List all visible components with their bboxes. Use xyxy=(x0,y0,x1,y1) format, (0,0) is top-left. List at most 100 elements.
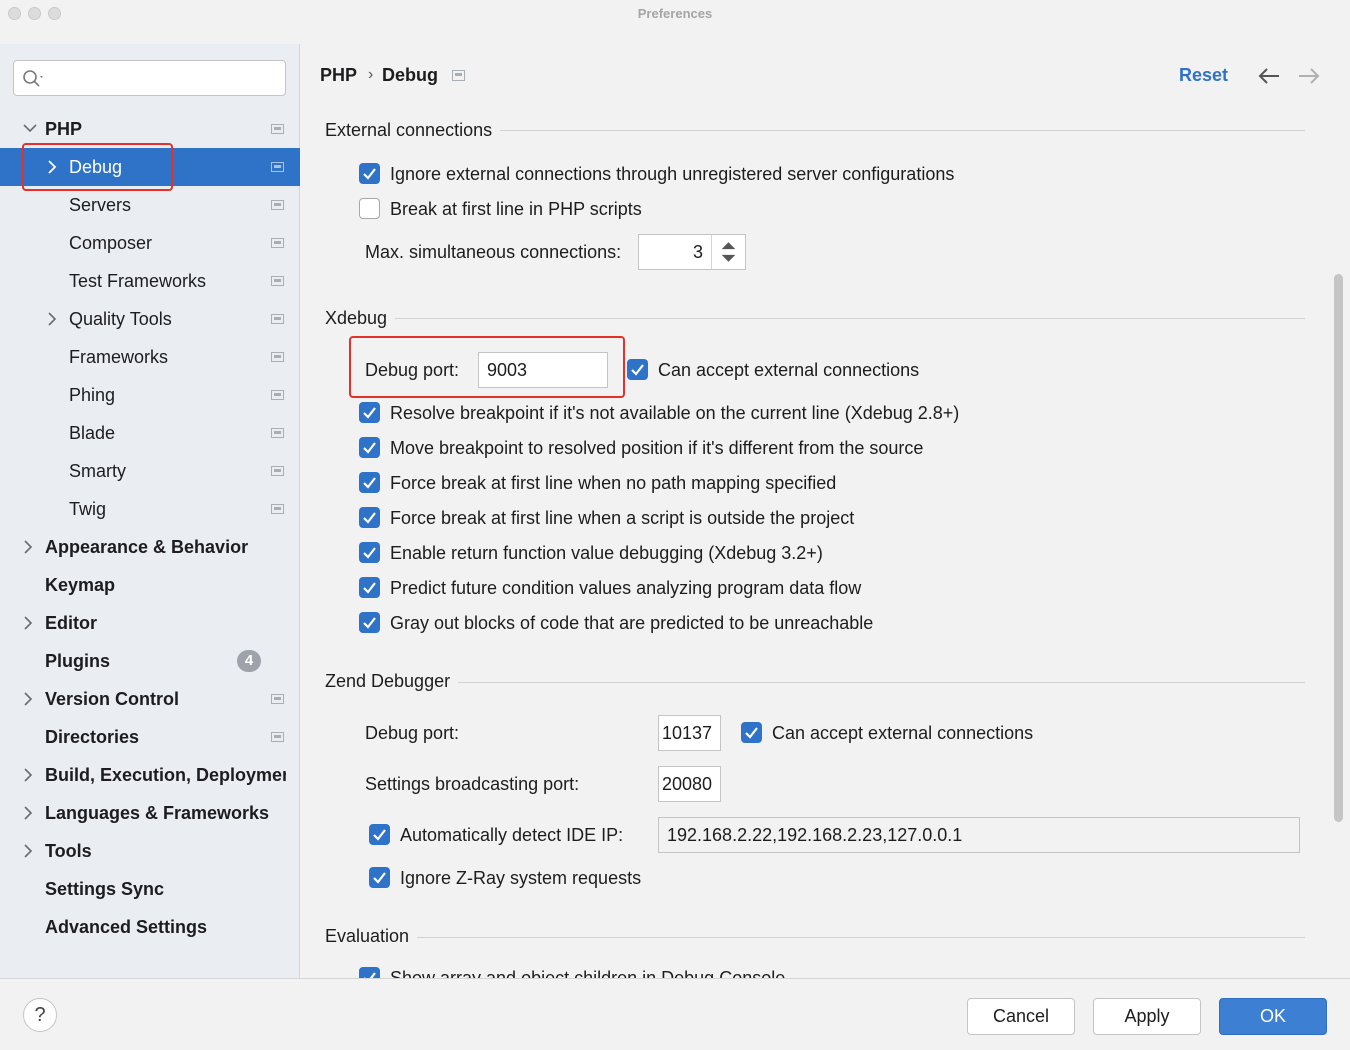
stepper-arrows-icon[interactable] xyxy=(711,235,745,269)
checkbox-label: Ignore external connections through unre… xyxy=(390,164,955,184)
sidebar-item-directories[interactable]: Directories xyxy=(0,718,300,756)
sidebar-item-appearance-behavior[interactable]: Appearance & Behavior xyxy=(0,528,300,566)
sidebar-item-advanced-settings[interactable]: Advanced Settings xyxy=(0,908,300,946)
checkbox-checked-icon xyxy=(359,437,380,458)
zend-port-input[interactable]: 10137 xyxy=(658,715,721,751)
checkbox-checked-icon xyxy=(741,722,762,743)
sidebar-item-languages-frameworks[interactable]: Languages & Frameworks xyxy=(0,794,300,832)
search-input[interactable] xyxy=(13,60,286,96)
chevron-right-icon xyxy=(24,844,33,858)
sidebar-item-label: Twig xyxy=(69,499,107,519)
checkbox-label: Can accept external connections xyxy=(772,723,1034,743)
section-title-zend-debugger: Zend Debugger xyxy=(325,671,459,692)
project-settings-icon xyxy=(271,124,284,134)
broadcast-port-input[interactable]: 20080 xyxy=(658,766,721,802)
sidebar-item-twig[interactable]: Twig xyxy=(0,490,300,528)
checkbox-label: Break at first line in PHP scripts xyxy=(390,199,642,219)
sidebar-item-label: Keymap xyxy=(45,575,116,595)
highlight-box-sidebar xyxy=(22,143,173,191)
sidebar-item-label: Quality Tools xyxy=(69,309,172,329)
settings-sidebar: PHP Debug Servers Composer Test Framewor… xyxy=(0,44,300,978)
breadcrumb-separator-icon: › xyxy=(368,66,374,83)
dialog-button-bar: ? Cancel Apply OK xyxy=(0,978,1350,1050)
checkbox-label: Enable return function value debugging (… xyxy=(390,543,823,563)
sidebar-item-phing[interactable]: Phing xyxy=(0,376,300,414)
sidebar-item-label: Languages & Frameworks xyxy=(45,803,270,823)
sidebar-item-label: Settings Sync xyxy=(45,879,165,899)
checkbox-checked-icon xyxy=(359,967,380,978)
checkbox-label: Automatically detect IDE IP: xyxy=(400,825,624,845)
sidebar-item-tools[interactable]: Tools xyxy=(0,832,300,870)
sidebar-item-servers[interactable]: Servers xyxy=(0,186,300,224)
back-arrow-icon[interactable] xyxy=(1256,65,1282,87)
sidebar-item-test-frameworks[interactable]: Test Frameworks xyxy=(0,262,300,300)
forward-arrow-icon[interactable] xyxy=(1296,65,1322,87)
vertical-scrollbar[interactable] xyxy=(1334,274,1343,822)
sidebar-item-build-execution-deployment[interactable]: Build, Execution, Deployment xyxy=(0,756,300,794)
sidebar-item-frameworks[interactable]: Frameworks xyxy=(0,338,300,376)
sidebar-item-settings-sync[interactable]: Settings Sync xyxy=(0,870,300,908)
sidebar-item-keymap[interactable]: Keymap xyxy=(0,566,300,604)
sidebar-item-plugins[interactable]: Plugins 4 xyxy=(0,642,300,680)
max-connections-value: 3 xyxy=(692,242,703,262)
sidebar-item-label: Version Control xyxy=(45,689,180,709)
reset-link[interactable]: Reset xyxy=(1179,65,1228,86)
broadcast-port-value: 20080 xyxy=(661,774,712,794)
checkbox-label: Can accept external connections xyxy=(658,360,920,380)
breadcrumb-php[interactable]: PHP xyxy=(320,65,357,86)
checkbox-checked-icon xyxy=(359,472,380,493)
checkbox-checked-icon xyxy=(359,612,380,633)
sidebar-item-quality-tools[interactable]: Quality Tools xyxy=(0,300,300,338)
checkbox-label: Gray out blocks of code that are predict… xyxy=(390,613,874,633)
checkbox-unchecked-icon xyxy=(359,198,380,219)
checkbox-checked-icon xyxy=(627,359,648,380)
ok-button[interactable]: OK xyxy=(1219,998,1327,1035)
project-settings-icon xyxy=(271,200,284,210)
project-settings-icon xyxy=(271,466,284,476)
checkbox-label: Move breakpoint to resolved position if … xyxy=(390,438,924,458)
project-settings-icon xyxy=(271,276,284,286)
broadcast-port-label: Settings broadcasting port: xyxy=(365,774,580,794)
sidebar-item-version-control[interactable]: Version Control xyxy=(0,680,300,718)
checkbox-checked-icon xyxy=(369,867,390,888)
plugins-update-badge: 4 xyxy=(237,650,261,672)
sidebar-item-label: Servers xyxy=(69,195,132,215)
sidebar-item-label: Editor xyxy=(45,613,97,633)
section-title-external-connections: External connections xyxy=(325,120,501,141)
window-title: Preferences xyxy=(637,6,713,21)
checkbox-checked-icon xyxy=(359,542,380,563)
max-connections-stepper[interactable]: 3 xyxy=(638,234,746,270)
sidebar-item-label: Phing xyxy=(69,385,116,405)
sidebar-item-blade[interactable]: Blade xyxy=(0,414,300,452)
chevron-right-icon xyxy=(24,768,33,782)
project-settings-icon xyxy=(271,238,284,248)
help-button[interactable]: ? xyxy=(23,998,57,1032)
checkbox-checked-icon xyxy=(359,163,380,184)
sidebar-item-smarty[interactable]: Smarty xyxy=(0,452,300,490)
section-divider xyxy=(325,318,1305,319)
project-settings-icon xyxy=(271,390,284,400)
sidebar-item-label: Appearance & Behavior xyxy=(45,537,249,557)
zend-port-label: Debug port: xyxy=(365,723,460,743)
apply-button[interactable]: Apply xyxy=(1093,998,1201,1035)
ide-ip-input[interactable]: 192.168.2.22,192.168.2.23,127.0.0.1 xyxy=(658,817,1300,853)
search-icon xyxy=(23,70,43,87)
sidebar-item-label: Build, Execution, Deployment xyxy=(45,765,286,785)
max-connections-label: Max. simultaneous connections: xyxy=(365,242,622,262)
sidebar-item-composer[interactable]: Composer xyxy=(0,224,300,262)
cancel-button[interactable]: Cancel xyxy=(967,998,1075,1035)
project-settings-icon xyxy=(452,70,465,81)
checkbox-checked-icon xyxy=(359,402,380,423)
section-divider xyxy=(325,937,1305,938)
project-settings-icon xyxy=(271,314,284,324)
zend-port-value: 10137 xyxy=(661,723,712,743)
sidebar-item-editor[interactable]: Editor xyxy=(0,604,300,642)
chevron-right-icon xyxy=(24,692,33,706)
sidebar-item-label: Blade xyxy=(69,423,116,443)
checkbox-checked-icon xyxy=(369,824,390,845)
checkbox-label: Ignore Z-Ray system requests xyxy=(400,868,642,888)
settings-content: PHP › Debug Reset External connections I… xyxy=(301,44,1350,978)
checkbox-label: Force break at first line when a script … xyxy=(390,508,855,528)
chevron-right-icon xyxy=(24,540,33,554)
checkbox-label: Resolve breakpoint if it's not available… xyxy=(390,403,960,423)
